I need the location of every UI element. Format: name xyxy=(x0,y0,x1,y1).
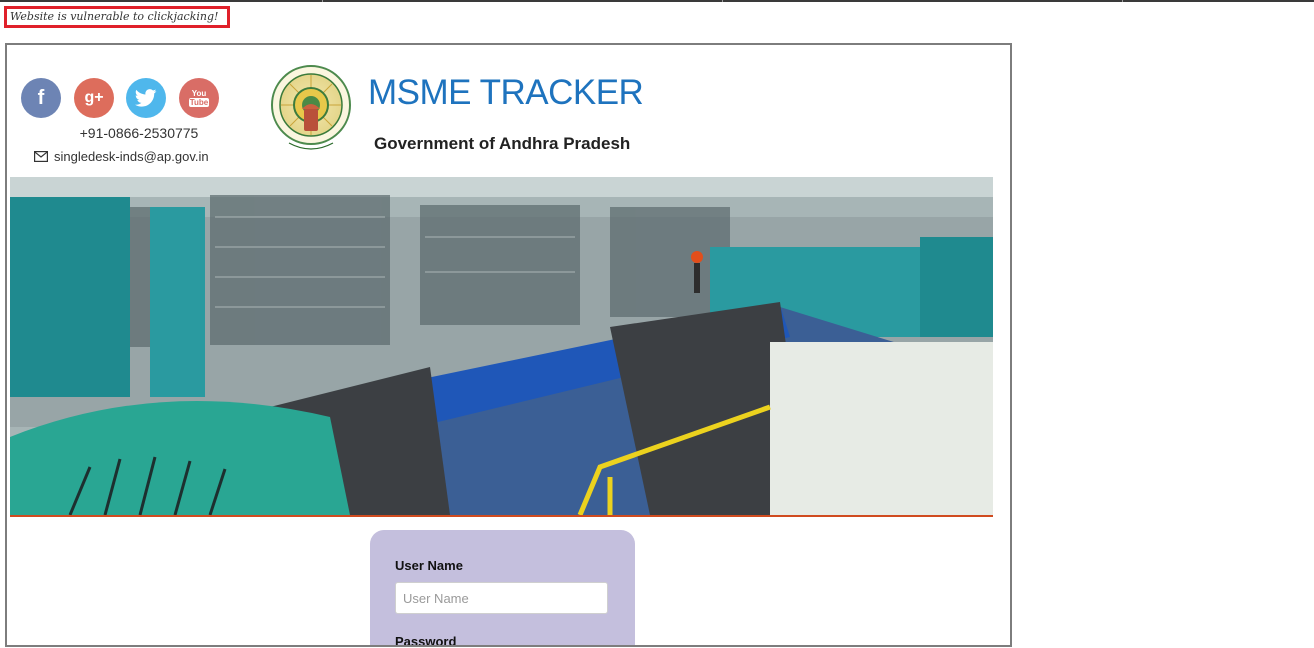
login-panel: User Name Password xyxy=(370,530,635,647)
youtube-wordmark: You Tube xyxy=(188,89,210,107)
hero-factory-image xyxy=(10,177,993,515)
brand-subtitle: Government of Andhra Pradesh xyxy=(374,134,631,153)
iframe-page: f g+ You Tube +91-0866-2530775 singledes… xyxy=(10,45,993,647)
top-strip xyxy=(0,0,1314,2)
contact-phone: +91-0866-2530775 xyxy=(79,125,199,141)
google-plus-glyph: g+ xyxy=(84,89,104,106)
twitter-icon[interactable] xyxy=(126,78,166,118)
google-plus-icon[interactable]: g+ xyxy=(74,78,114,118)
envelope-icon xyxy=(34,151,48,162)
youtube-icon[interactable]: You Tube xyxy=(179,78,219,118)
twitter-bird-icon xyxy=(135,89,157,107)
ap-state-emblem xyxy=(271,65,351,150)
youtube-glyph-top: You xyxy=(191,89,207,98)
password-label: Password xyxy=(395,634,457,647)
clickjacking-warning: Website is vulnerable to clickjacking! xyxy=(4,6,230,28)
facebook-icon[interactable]: f xyxy=(21,78,61,118)
brand-title: MSME TRACKER xyxy=(368,73,644,112)
username-label: User Name xyxy=(395,558,463,573)
contact-email[interactable]: singledesk-inds@ap.gov.in xyxy=(34,149,209,164)
youtube-glyph-bottom: Tube xyxy=(188,98,210,107)
facebook-glyph: f xyxy=(37,86,45,109)
username-input[interactable] xyxy=(395,582,608,614)
hero-divider xyxy=(10,515,993,517)
embedded-iframe: f g+ You Tube +91-0866-2530775 singledes… xyxy=(5,43,1012,647)
contact-email-text: singledesk-inds@ap.gov.in xyxy=(54,149,209,164)
